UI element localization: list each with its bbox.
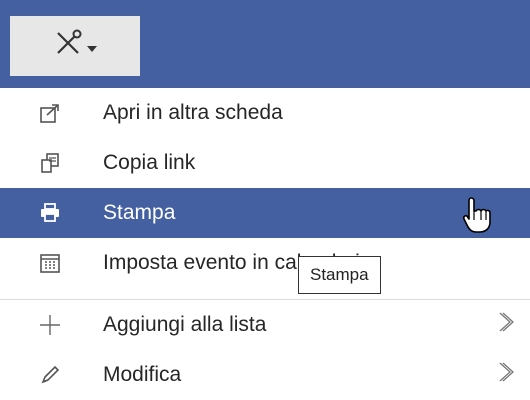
- tools-dropdown-button[interactable]: [10, 16, 140, 76]
- calendar-icon: [38, 251, 62, 275]
- copy-link-icon: [38, 151, 62, 175]
- chevron-right-icon: [498, 310, 514, 340]
- menu-item-set-calendar-event[interactable]: Imposta evento in calendario: [0, 238, 530, 288]
- tools-menu: Apri in altra scheda Copia link Stampa I…: [0, 88, 530, 397]
- menu-item-edit[interactable]: Modifica: [0, 350, 530, 400]
- hand-cursor-icon: [462, 196, 492, 239]
- chevron-right-icon: [498, 360, 514, 390]
- pencil-icon: [38, 363, 62, 387]
- menu-item-label: Copia link: [103, 151, 196, 174]
- open-new-tab-icon: [38, 101, 62, 125]
- menu-item-label: Aggiungi alla lista: [103, 313, 267, 336]
- menu-item-label: Modifica: [103, 363, 182, 386]
- toolbar: [0, 0, 530, 88]
- menu-item-copy-link[interactable]: Copia link: [0, 138, 530, 188]
- menu-item-print[interactable]: Stampa: [0, 188, 530, 238]
- tooltip: Stampa: [298, 256, 381, 294]
- tools-icon: [53, 28, 83, 65]
- menu-item-label: Apri in altra scheda: [103, 101, 283, 124]
- chevron-down-icon: [87, 46, 97, 52]
- plus-icon: [38, 313, 62, 337]
- menu-item-open-new-tab[interactable]: Apri in altra scheda: [0, 88, 530, 138]
- menu-item-label: Stampa: [103, 201, 176, 224]
- menu-item-add-to-list[interactable]: Aggiungi alla lista: [0, 300, 530, 350]
- printer-icon: [38, 201, 62, 225]
- tooltip-text: Stampa: [310, 265, 369, 284]
